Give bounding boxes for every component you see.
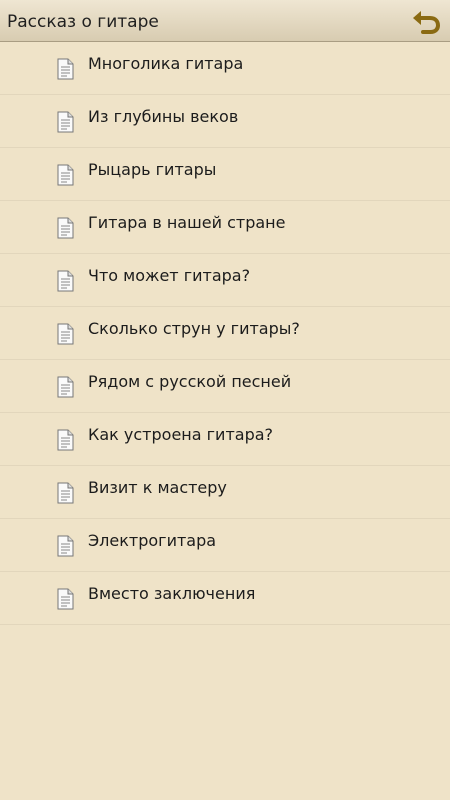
- document-icon: [57, 111, 74, 133]
- list-item[interactable]: Из глубины веков: [0, 95, 450, 148]
- list-item-label: Сколько струн у гитары?: [88, 319, 300, 338]
- document-icon: [57, 164, 74, 186]
- title-bar: Рассказ о гитаре: [0, 0, 450, 42]
- document-icon: [57, 58, 74, 80]
- back-arrow-icon: [413, 11, 441, 34]
- document-icon: [57, 376, 74, 398]
- app-screen: Рассказ о гитаре Многолика гитара Из глу…: [0, 0, 450, 800]
- back-button[interactable]: [408, 4, 444, 38]
- list-item[interactable]: Многолика гитара: [0, 42, 450, 95]
- document-icon: [57, 429, 74, 451]
- list-item[interactable]: Сколько струн у гитары?: [0, 307, 450, 360]
- list-item[interactable]: Вместо заключения: [0, 572, 450, 625]
- document-icon: [57, 482, 74, 504]
- list-item-label: Визит к мастеру: [88, 478, 227, 497]
- document-icon: [57, 323, 74, 345]
- list-item[interactable]: Визит к мастеру: [0, 466, 450, 519]
- document-icon: [57, 217, 74, 239]
- list-item-label: Из глубины веков: [88, 107, 239, 126]
- list-item-label: Многолика гитара: [88, 54, 244, 73]
- list-item[interactable]: Гитара в нашей стране: [0, 201, 450, 254]
- list-item-label: Гитара в нашей стране: [88, 213, 286, 232]
- list-item-label: Рядом с русской песней: [88, 372, 292, 391]
- list-item-label: Электрогитара: [88, 531, 217, 550]
- list-item[interactable]: Что может гитара?: [0, 254, 450, 307]
- list-item[interactable]: Как устроена гитара?: [0, 413, 450, 466]
- list-item-label: Вместо заключения: [88, 584, 256, 603]
- page-title: Рассказ о гитаре: [7, 12, 159, 32]
- chapter-list: Многолика гитара Из глубины веков Рыцарь…: [0, 42, 450, 625]
- list-item-label: Что может гитара?: [88, 266, 251, 285]
- list-item-label: Как устроена гитара?: [88, 425, 274, 444]
- document-icon: [57, 270, 74, 292]
- document-icon: [57, 588, 74, 610]
- list-item[interactable]: Рыцарь гитары: [0, 148, 450, 201]
- list-item[interactable]: Электрогитара: [0, 519, 450, 572]
- document-icon: [57, 535, 74, 557]
- list-item-label: Рыцарь гитары: [88, 160, 217, 179]
- list-item[interactable]: Рядом с русской песней: [0, 360, 450, 413]
